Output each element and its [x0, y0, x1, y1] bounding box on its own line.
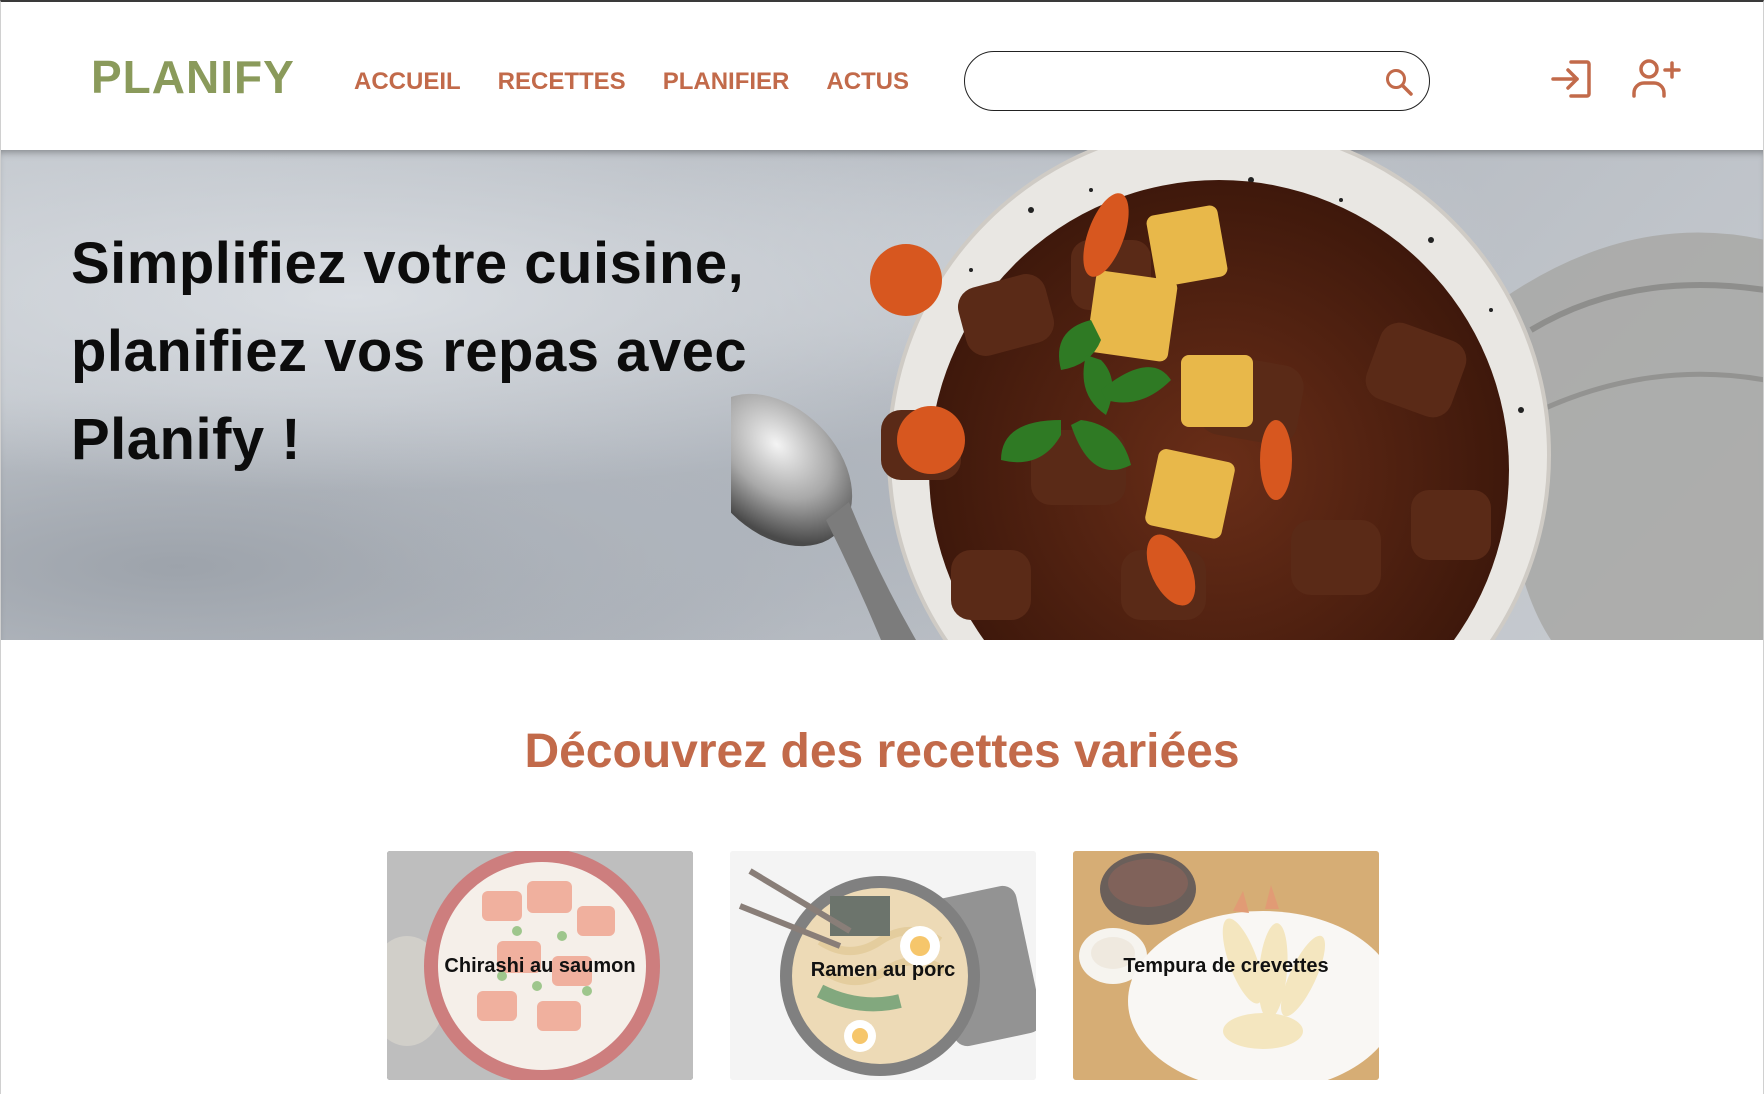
add-user-icon[interactable] [1631, 56, 1681, 102]
search-input[interactable] [989, 62, 1373, 102]
hero-title: Simplifiez votre cuisine, planifiez vos … [71, 231, 748, 472]
site-header: PLANIFY ACCUEIL RECETTES PLANIFIER ACTUS [1, 2, 1763, 150]
login-icon[interactable] [1549, 56, 1595, 102]
nav-planifier[interactable]: PLANIFIER [663, 68, 790, 96]
nav-accueil[interactable]: ACCUEIL [354, 68, 461, 96]
section-title: Découvrez des recettes variées [524, 725, 1240, 778]
logo[interactable]: PLANIFY [91, 50, 295, 104]
recipe-card-chirashi[interactable]: Chirashi au saumon [387, 851, 693, 1080]
recipe-name: Ramen au porc [810, 959, 956, 981]
search-bar [964, 51, 1430, 111]
recipe-card-tempura[interactable]: Tempura de crevettes [1073, 851, 1379, 1080]
recipe-name: Chirashi au saumon [444, 955, 636, 977]
hero-banner: Simplifiez votre cuisine, planifiez vos … [1, 150, 1763, 640]
nav-actus[interactable]: ACTUS [826, 68, 909, 96]
recipe-name: Tempura de crevettes [1123, 955, 1329, 977]
search-icon[interactable] [1383, 66, 1415, 98]
recipe-card-ramen[interactable]: Ramen au porc [730, 851, 1036, 1080]
stew-bowl-image [731, 150, 1763, 640]
main-nav: ACCUEIL RECETTES PLANIFIER ACTUS [354, 68, 946, 96]
nav-recettes[interactable]: RECETTES [498, 68, 626, 96]
page: PLANIFY ACCUEIL RECETTES PLANIFIER ACTUS [0, 0, 1764, 1094]
